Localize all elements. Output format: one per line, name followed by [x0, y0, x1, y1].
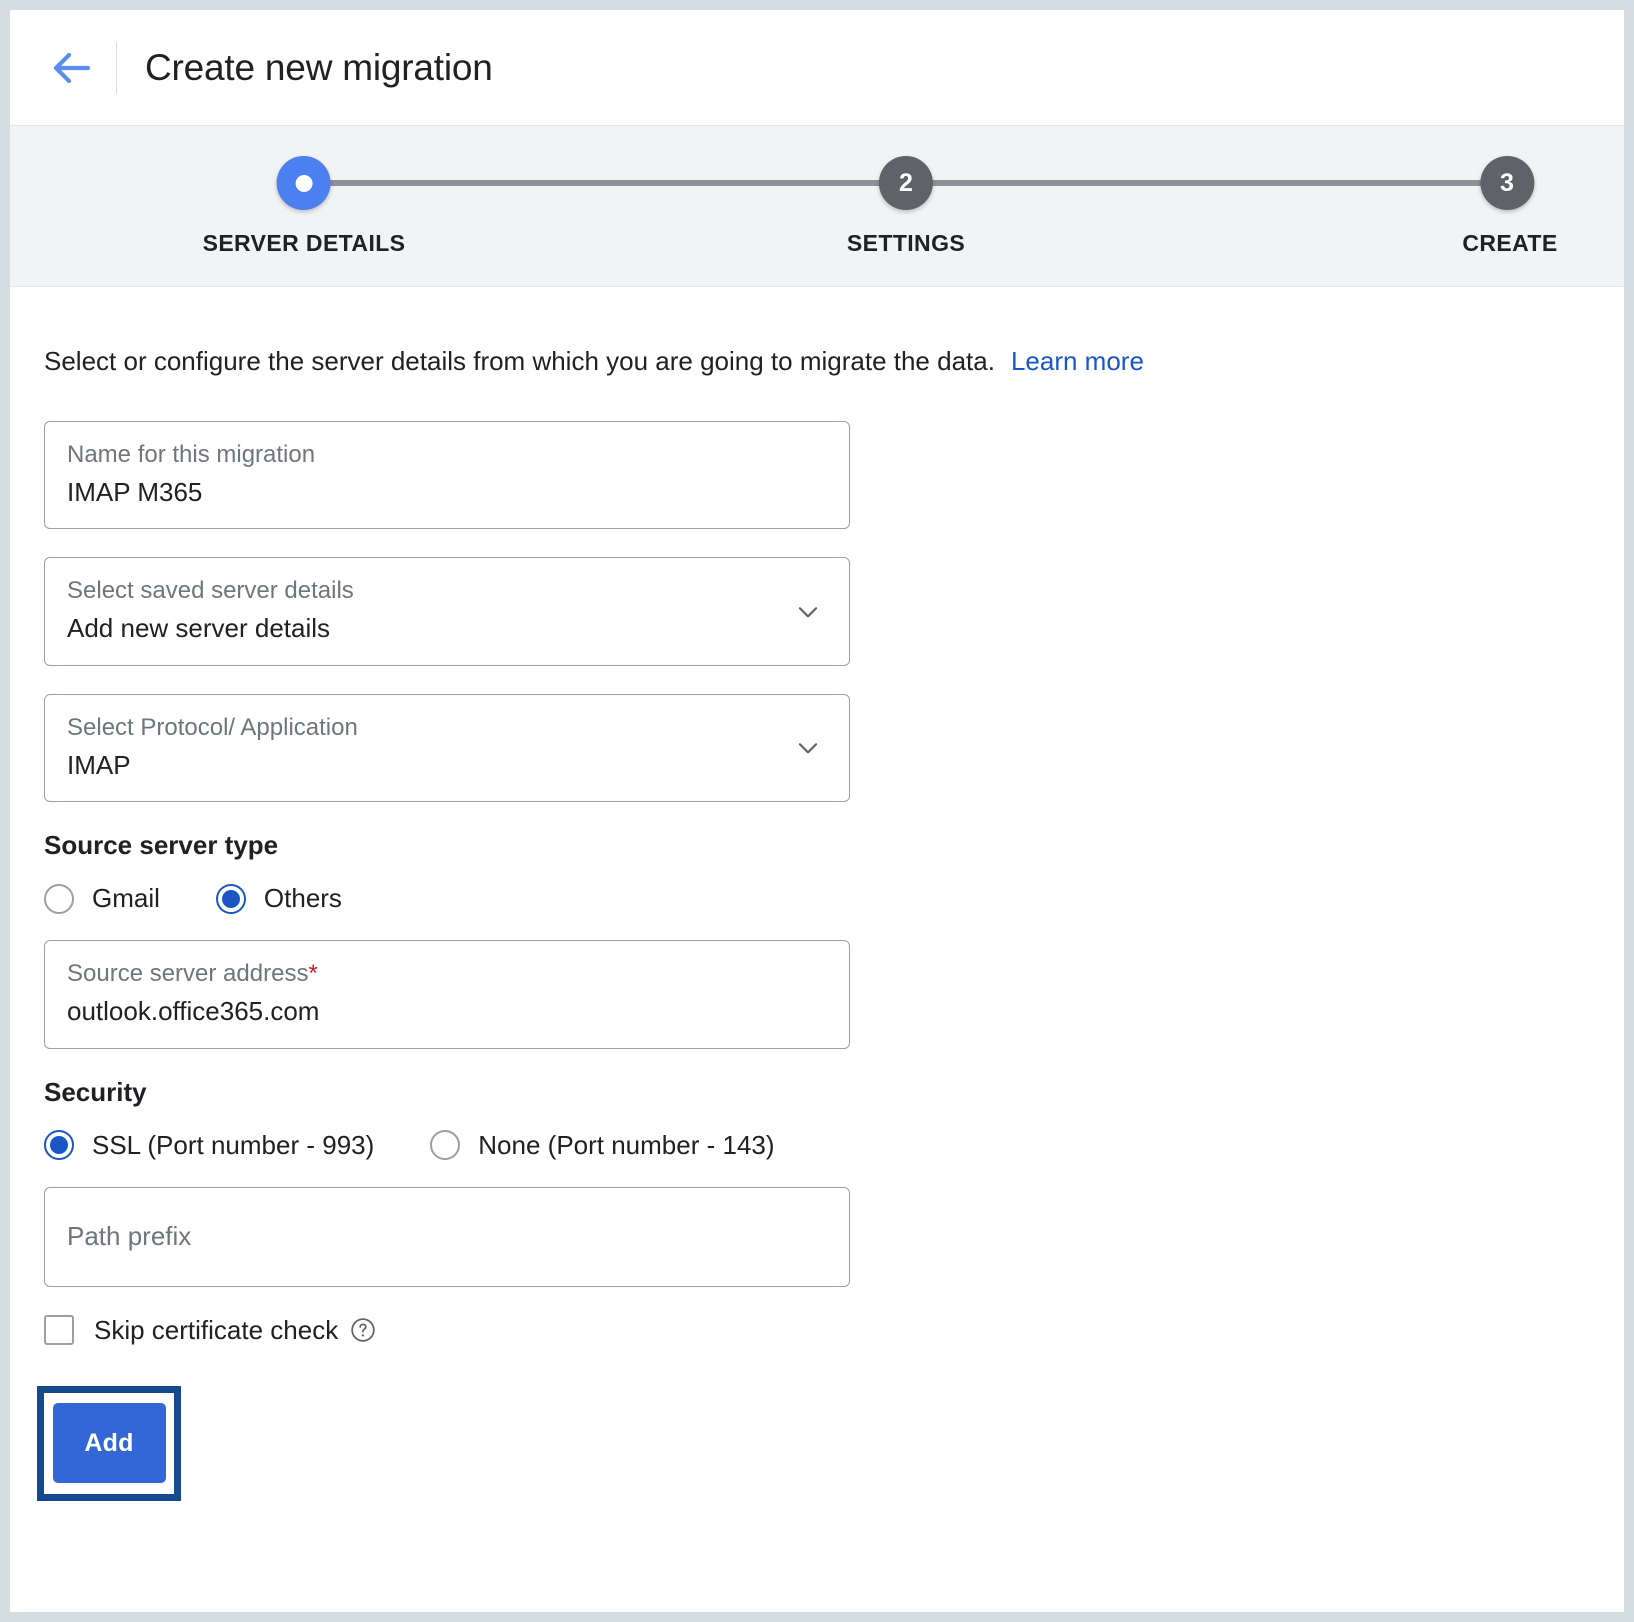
stepper-step-2-label: SETTINGS [847, 230, 965, 257]
saved-server-details-label: Select saved server details [67, 576, 827, 606]
page-header: Create new migration [10, 10, 1624, 126]
source-server-address-label-text: Source server address [67, 960, 308, 987]
stepper-step-server-details[interactable]: SERVER DETAILS [203, 156, 406, 257]
stepper-step-3-label: CREATE [1462, 230, 1557, 257]
required-marker: * [308, 960, 317, 987]
radio-unchecked-icon [44, 884, 74, 914]
radio-unchecked-icon [430, 1130, 460, 1160]
stepper-step-create[interactable]: 3 CREATE [1462, 156, 1551, 257]
migration-name-field[interactable]: Name for this migration IMAP M365 [44, 421, 850, 530]
back-button[interactable] [44, 40, 100, 96]
add-button[interactable]: Add [53, 1403, 166, 1483]
wizard-stepper: SERVER DETAILS 2 SETTINGS 3 CREATE [10, 126, 1624, 287]
protocol-value: IMAP [67, 749, 827, 782]
protocol-label: Select Protocol/ Application [67, 713, 827, 743]
path-prefix-field[interactable]: Path prefix [44, 1187, 850, 1287]
source-server-address-value: outlook.office365.com [67, 995, 827, 1028]
radio-checked-icon [216, 884, 246, 914]
chevron-down-icon [793, 597, 823, 627]
stepper-step-settings[interactable]: 2 SETTINGS [847, 156, 965, 257]
chevron-down-icon [793, 733, 823, 763]
radio-label-gmail: Gmail [92, 883, 160, 914]
stepper-step-1-label: SERVER DETAILS [203, 230, 406, 257]
radio-option-gmail[interactable]: Gmail [44, 883, 160, 914]
page-title: Create new migration [145, 47, 493, 89]
source-server-address-label: Source server address* [67, 959, 827, 989]
stepper-step-2-indicator: 2 [879, 156, 933, 210]
learn-more-link[interactable]: Learn more [1011, 346, 1144, 376]
path-prefix-placeholder: Path prefix [67, 1221, 191, 1252]
saved-server-details-select[interactable]: Select saved server details Add new serv… [44, 557, 850, 666]
radio-option-none[interactable]: None (Port number - 143) [430, 1130, 774, 1161]
security-radio-group: SSL (Port number - 993) None (Port numbe… [44, 1130, 1590, 1161]
skip-certificate-check-row[interactable]: Skip certificate check [44, 1315, 376, 1346]
radio-label-ssl: SSL (Port number - 993) [92, 1130, 374, 1161]
source-server-type-radio-group: Gmail Others [44, 883, 1590, 914]
skip-certificate-check-label: Skip certificate check [94, 1315, 338, 1346]
saved-server-details-value: Add new server details [67, 612, 827, 645]
description-text: Select or configure the server details f… [44, 346, 995, 376]
arrow-left-icon [48, 44, 96, 92]
stepper-step-1-indicator [277, 156, 331, 210]
app-window: Create new migration SERVER DETAILS 2 SE… [0, 0, 1634, 1622]
migration-name-value: IMAP M365 [67, 476, 827, 509]
help-circle-icon[interactable] [350, 1317, 376, 1343]
active-step-dot-icon [296, 175, 313, 192]
radio-option-others[interactable]: Others [216, 883, 342, 914]
stepper-step-3-indicator: 3 [1480, 156, 1534, 210]
page-description: Select or configure the server details f… [44, 345, 1590, 379]
radio-option-ssl[interactable]: SSL (Port number - 993) [44, 1130, 374, 1161]
radio-checked-icon [44, 1130, 74, 1160]
migration-name-label: Name for this migration [67, 440, 827, 470]
source-server-address-field[interactable]: Source server address* outlook.office365… [44, 940, 850, 1049]
radio-label-others: Others [264, 883, 342, 914]
add-button-highlight: Add [37, 1386, 181, 1501]
checkbox-unchecked-icon[interactable] [44, 1315, 74, 1345]
header-divider [116, 42, 117, 94]
main-content: Select or configure the server details f… [10, 287, 1624, 1501]
protocol-select[interactable]: Select Protocol/ Application IMAP [44, 694, 850, 803]
security-heading: Security [44, 1077, 1590, 1108]
radio-label-none: None (Port number - 143) [478, 1130, 774, 1161]
source-server-type-heading: Source server type [44, 830, 1590, 861]
